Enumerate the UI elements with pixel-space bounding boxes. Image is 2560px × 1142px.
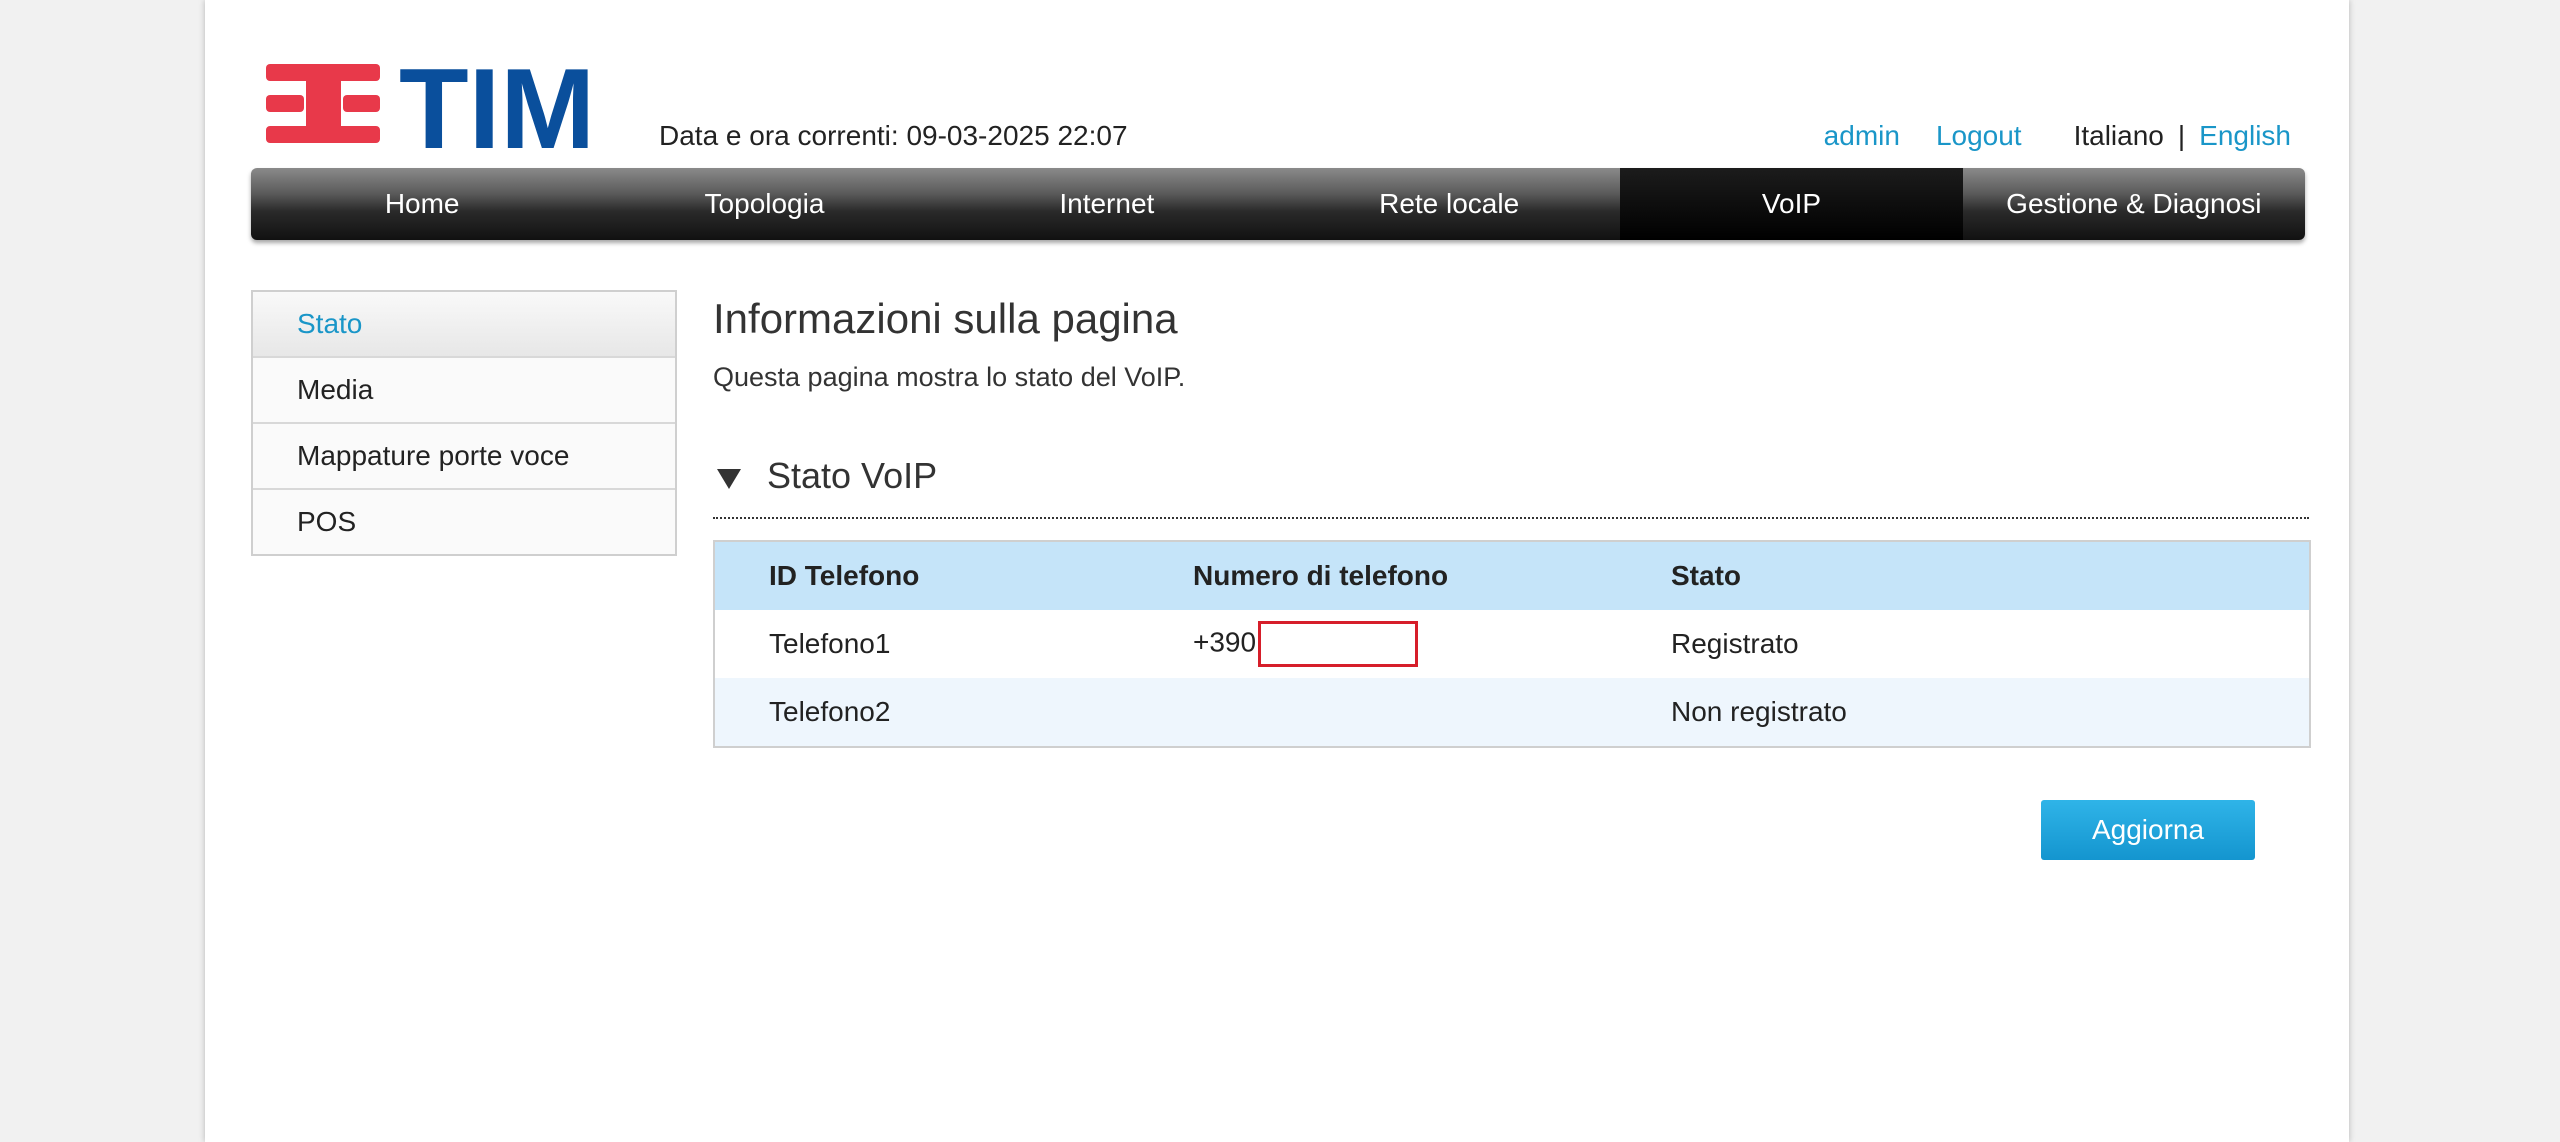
- cell-phone-id: Telefono1: [714, 610, 1192, 678]
- cell-status: Non registrato: [1670, 678, 2310, 747]
- sidebar-item-stato[interactable]: Stato: [253, 292, 675, 356]
- section-header-stato-voip[interactable]: Stato VoIP: [713, 455, 2309, 519]
- section-title: Stato VoIP: [767, 455, 938, 496]
- refresh-button[interactable]: Aggiorna: [2041, 800, 2255, 860]
- language-separator: |: [2177, 120, 2186, 151]
- triangle-down-icon[interactable]: [717, 469, 741, 489]
- cell-phone-id: Telefono2: [714, 678, 1192, 747]
- redaction-box: [1258, 621, 1419, 667]
- page-container: TIM Data e ora correnti: 09-03-2025 22:0…: [205, 0, 2349, 1142]
- column-header-id-telefono: ID Telefono: [714, 541, 1192, 610]
- page-description: Questa pagina mostra lo stato del VoIP.: [713, 362, 1186, 392]
- nav-voip[interactable]: VoIP: [1620, 168, 1963, 240]
- column-header-stato: Stato: [1670, 541, 2310, 610]
- page-title: Informazioni sulla pagina: [713, 295, 1178, 342]
- tim-logo: TIM: [266, 60, 595, 152]
- phone-number-prefix: +390: [1193, 626, 1257, 658]
- cell-phone-number: [1192, 678, 1670, 747]
- nav-internet[interactable]: Internet: [936, 168, 1278, 240]
- logout-link[interactable]: Logout: [1936, 120, 2022, 152]
- sidebar-item-mappature-porte-voce[interactable]: Mappature porte voce: [253, 422, 675, 488]
- language-current: Italiano: [2073, 120, 2164, 151]
- sidebar-item-pos[interactable]: POS: [253, 488, 675, 554]
- logo-text: TIM: [399, 60, 595, 152]
- table-row: Telefono1 +390 Registrato: [714, 610, 2310, 678]
- nav-rete-locale[interactable]: Rete locale: [1278, 168, 1620, 240]
- nav-home[interactable]: Home: [251, 168, 593, 240]
- admin-link[interactable]: admin: [1824, 120, 1900, 152]
- nav-topologia[interactable]: Topologia: [593, 168, 935, 240]
- header-links: admin Logout Italiano | English: [1824, 120, 2291, 152]
- cell-phone-number: +390: [1192, 610, 1670, 678]
- sidebar: Stato Media Mappature porte voce POS: [251, 290, 677, 556]
- table-header-row: ID Telefono Numero di telefono Stato: [714, 541, 2310, 610]
- nav-gestione-diagnosi[interactable]: Gestione & Diagnosi: [1963, 168, 2305, 240]
- table-row: Telefono2 Non registrato: [714, 678, 2310, 747]
- current-datetime: Data e ora correnti: 09-03-2025 22:07: [659, 120, 1128, 151]
- cell-status: Registrato: [1670, 610, 2310, 678]
- voip-status-table: ID Telefono Numero di telefono Stato Tel…: [713, 540, 2311, 748]
- main-nav: Home Topologia Internet Rete locale VoIP…: [251, 168, 2305, 240]
- sidebar-item-media[interactable]: Media: [253, 356, 675, 422]
- column-header-numero-di-telefono: Numero di telefono: [1192, 541, 1670, 610]
- language-english-link[interactable]: English: [2199, 120, 2291, 152]
